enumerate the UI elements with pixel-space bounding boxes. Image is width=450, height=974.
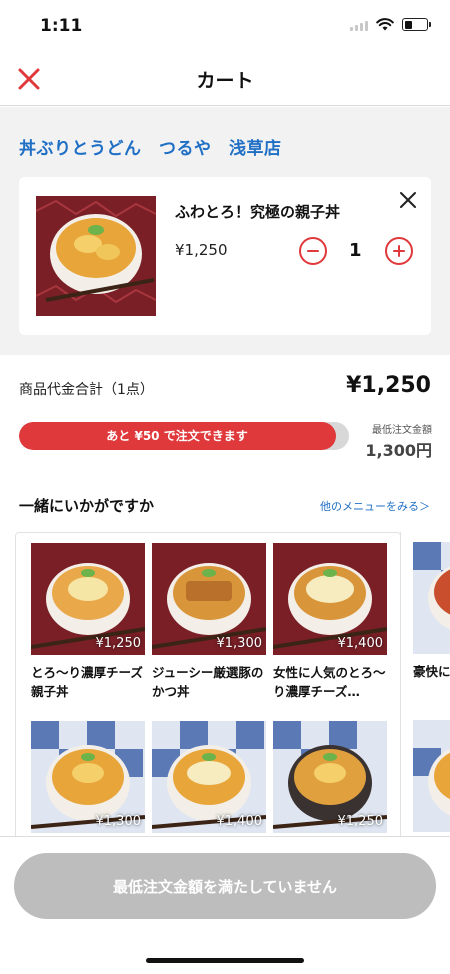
page-title: カート [196, 70, 254, 92]
suggestion-price: ¥1,300 [95, 814, 142, 829]
suggestion-price: ¥1,250 [95, 636, 142, 651]
cart-content: 丼ぶりとうどん つるや 浅草店 ふわとろ！究極の親子丼 ¥1,250 1 商品代… [0, 107, 450, 837]
checkout-button[interactable]: 最低注文金額を満たしていません [14, 853, 436, 919]
suggestion-card[interactable]: ¥1,300 ジューシー厳選豚のかつ丼 [152, 543, 266, 703]
cellular-signal-icon [350, 19, 368, 31]
suggestion-name: とろ〜り濃厚チーズ親子丼 [31, 665, 143, 699]
suggestions-panel-next: 豪快にっぷり [400, 532, 450, 837]
nav-bar: カート [0, 52, 450, 106]
subtotal-value: ¥1,250 [346, 373, 431, 398]
status-time: 1:11 [40, 16, 83, 36]
minimum-order-value: 1,300円 [365, 441, 432, 460]
suggestion-image [413, 542, 450, 654]
cart-item-name: ふわとろ！究極の親子丼 [175, 203, 341, 221]
suggestion-card[interactable]: ¥1,250 [273, 721, 387, 833]
suggestion-image [413, 720, 450, 832]
plus-icon [393, 245, 405, 257]
cart-item-image [36, 196, 156, 316]
suggestion-card[interactable]: ¥1,250 とろ〜り濃厚チーズ親子丼 [31, 543, 145, 703]
suggestion-card[interactable]: ¥1,300 [31, 721, 145, 833]
suggestions-title: 一緒にいかがですか [19, 497, 155, 515]
suggestion-price: ¥1,400 [216, 814, 263, 829]
cart-item-price: ¥1,250 [175, 241, 228, 259]
suggestion-name: ジューシー厳選豚のかつ丼 [152, 665, 264, 699]
order-summary: 商品代金合計（1点） ¥1,250 あと ¥50 で注文できます 最低注文金額 … [0, 355, 450, 837]
suggestion-price: ¥1,300 [216, 636, 263, 651]
suggestion-image: ¥1,250 [31, 543, 145, 655]
status-icons [350, 18, 431, 31]
suggestion-image: ¥1,300 [152, 543, 266, 655]
suggestion-image: ¥1,250 [273, 721, 387, 833]
suggestion-image: ¥1,400 [273, 543, 387, 655]
minus-icon [307, 250, 319, 252]
suggestion-image: ¥1,400 [152, 721, 266, 833]
suggestion-card[interactable]: ¥1,400 [152, 721, 266, 833]
suggestion-price: ¥1,250 [337, 814, 384, 829]
battery-icon [402, 18, 431, 31]
shop-name-link[interactable]: 丼ぶりとうどん つるや 浅草店 [19, 134, 282, 159]
subtotal-label: 商品代金合計（1点） [19, 382, 154, 398]
suggestion-name: 女性に人気のとろ〜り濃厚チーズ… [273, 665, 386, 699]
progress-text: あと ¥50 で注文できます [106, 429, 248, 443]
suggestions-panel: ¥1,250 とろ〜り濃厚チーズ親子丼 ¥1,300 ジューシー厳選豚のかつ丼 … [15, 532, 401, 837]
quantity-value: 1 [349, 240, 362, 261]
suggestion-name: 豪快にっぷり [413, 664, 450, 679]
quantity-increase-button[interactable] [385, 237, 413, 265]
minimum-order-label: 最低注文金額 [372, 425, 432, 436]
suggestion-image: ¥1,300 [31, 721, 145, 833]
suggestion-price: ¥1,400 [337, 636, 384, 651]
suggestion-card[interactable]: 豪快にっぷり [413, 542, 450, 702]
cart-item-card: ふわとろ！究極の親子丼 ¥1,250 1 [19, 177, 431, 335]
status-bar: 1:11 [0, 0, 450, 52]
quantity-decrease-button[interactable] [299, 237, 327, 265]
suggestion-card[interactable] [413, 720, 450, 832]
home-indicator [146, 958, 304, 963]
bottom-bar: 最低注文金額を満たしていません [0, 836, 450, 974]
wifi-icon [376, 18, 394, 31]
suggestion-card[interactable]: ¥1,400 女性に人気のとろ〜り濃厚チーズ… [273, 543, 387, 703]
remove-item-icon[interactable] [399, 191, 417, 209]
minimum-order-progress-bar: あと ¥50 で注文できます [19, 422, 349, 450]
more-menu-link[interactable]: 他のメニューをみる＞ [320, 498, 430, 514]
